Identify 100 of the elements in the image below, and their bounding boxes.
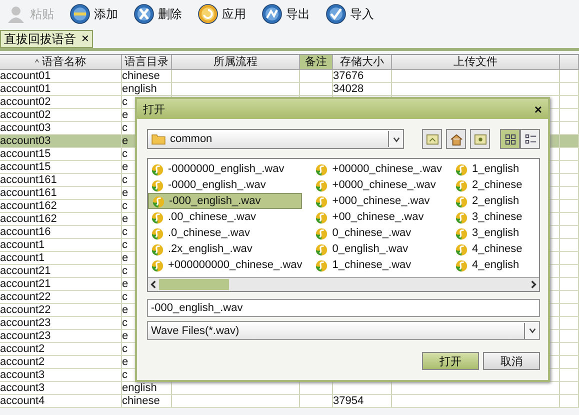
table-cell: c <box>122 226 128 238</box>
file-name-field[interactable]: -000_english_.wav <box>147 299 540 317</box>
table-cell: account161 <box>0 174 57 186</box>
table-cell: c <box>122 174 128 186</box>
audio-file-icon <box>151 210 164 224</box>
audio-file-icon <box>315 178 328 192</box>
audio-file-icon <box>455 162 468 176</box>
file-item[interactable]: .2x_english_.wav <box>148 241 302 257</box>
table-cell: e <box>122 304 128 316</box>
file-item[interactable]: .0_chinese_.wav <box>148 225 302 241</box>
audio-file-icon <box>315 258 328 272</box>
audio-file-icon <box>151 226 164 240</box>
audio-file-icon <box>151 242 164 256</box>
details-view-button[interactable] <box>520 129 540 149</box>
file-item[interactable]: 3_chinese <box>452 209 522 225</box>
table-cell: account3 <box>0 369 45 381</box>
tab[interactable]: 直拔回拔语音 ✕ <box>0 30 93 48</box>
table-cell: e <box>122 330 128 342</box>
table-cell: c <box>122 96 128 108</box>
table-cell: 37676 <box>333 70 364 82</box>
table-cell: account21 <box>0 278 51 290</box>
toolbar-button[interactable]: 应用 <box>194 4 250 24</box>
table-cell: account1 <box>0 239 45 251</box>
audio-file-icon <box>151 162 164 176</box>
audio-file-icon <box>152 194 165 208</box>
file-item[interactable]: +0000_chinese_.wav <box>312 177 442 193</box>
table-cell: account02 <box>0 109 51 121</box>
audio-file-icon <box>455 258 468 272</box>
table-cell: account21 <box>0 265 51 277</box>
column-header[interactable]: 存储大小 <box>333 55 392 69</box>
table-cell: e <box>122 187 128 199</box>
up-folder-button[interactable] <box>422 129 442 149</box>
toolbar-button[interactable]: 删除 <box>130 4 186 24</box>
table-cell: e <box>122 161 128 173</box>
folder-icon <box>151 133 166 145</box>
table-row[interactable]: account01 chinese 37676 <box>0 70 579 83</box>
table-row[interactable]: account01 english 34028 <box>0 83 579 96</box>
file-item[interactable]: 4_english <box>452 257 522 273</box>
table-cell: account02 <box>0 96 51 108</box>
column-header[interactable]: 语言目录 <box>122 55 172 69</box>
open-button[interactable]: 打开 <box>422 352 479 370</box>
column-header[interactable]: ^ 语音名称 <box>0 55 122 69</box>
toolbar-button[interactable]: 导出 <box>258 4 314 24</box>
audio-file-icon <box>315 194 328 208</box>
file-item[interactable]: 1_chinese_.wav <box>312 257 442 273</box>
table-cell: account22 <box>0 291 51 303</box>
audio-file-icon <box>455 242 468 256</box>
table-cell: english <box>122 83 157 95</box>
table-cell: account161 <box>0 187 57 199</box>
audio-file-icon <box>455 210 468 224</box>
grid-icon <box>504 132 516 146</box>
file-item[interactable]: -000_english_.wav <box>148 193 302 209</box>
file-item[interactable]: .00_chinese_.wav <box>148 209 302 225</box>
table-cell: account22 <box>0 304 51 316</box>
table-cell: c <box>122 200 128 212</box>
toolbar-button[interactable]: 导入 <box>322 4 378 24</box>
cross-icon <box>134 4 154 24</box>
file-item[interactable]: +00000_chinese_.wav <box>312 161 442 177</box>
audio-file-icon <box>455 226 468 240</box>
home-button[interactable] <box>446 129 466 149</box>
table-cell: c <box>122 122 128 134</box>
table-cell: e <box>122 252 128 264</box>
file-item[interactable]: -0000_english_.wav <box>148 177 302 193</box>
scroll-thumb[interactable] <box>159 279 229 290</box>
table-cell: c <box>122 265 128 277</box>
file-item[interactable]: +000_chinese_.wav <box>312 193 442 209</box>
horizontal-scrollbar[interactable] <box>148 277 539 291</box>
new-folder-button[interactable] <box>470 129 490 149</box>
column-header[interactable]: 上传文件 <box>392 55 560 69</box>
column-header[interactable]: 备注 <box>300 55 333 69</box>
table-row[interactable]: account4 chinese 37954 <box>0 395 579 408</box>
file-item[interactable]: 1_english <box>452 161 522 177</box>
file-item[interactable]: 0_chinese_.wav <box>312 225 442 241</box>
table-cell: c <box>122 343 128 355</box>
table-cell: c <box>122 239 128 251</box>
cancel-button[interactable]: 取消 <box>483 352 540 370</box>
file-item[interactable]: -0000000_english_.wav <box>148 161 302 177</box>
home-icon <box>450 132 462 146</box>
table-cell: account15 <box>0 148 51 160</box>
table-cell: c <box>122 369 128 381</box>
file-type-dropdown[interactable]: Wave Files(*.wav) <box>147 321 540 340</box>
caret-icon <box>388 131 403 147</box>
folder-dropdown[interactable]: common <box>147 129 404 149</box>
check-icon <box>326 4 346 24</box>
file-item[interactable]: 0_english_.wav <box>312 241 442 257</box>
file-item[interactable]: 3_english <box>452 225 522 241</box>
file-item[interactable]: 2_english <box>452 193 522 209</box>
table-cell: account3 <box>0 382 45 394</box>
audio-file-icon <box>151 258 164 272</box>
file-item[interactable]: 4_chinese <box>452 241 522 257</box>
file-item[interactable]: 2_chinese <box>452 177 522 193</box>
close-icon[interactable]: ✕ <box>81 33 89 45</box>
table-cell: e <box>122 278 128 290</box>
file-item[interactable]: +000000000_chinese_.wav <box>148 257 302 273</box>
audio-file-icon <box>315 210 328 224</box>
file-item[interactable]: +00_chinese_.wav <box>312 209 442 225</box>
table-cell: e <box>122 135 128 147</box>
list-view-button[interactable] <box>500 129 520 149</box>
toolbar-button[interactable]: 添加 <box>66 4 122 24</box>
table-cell: account4 <box>0 395 45 407</box>
